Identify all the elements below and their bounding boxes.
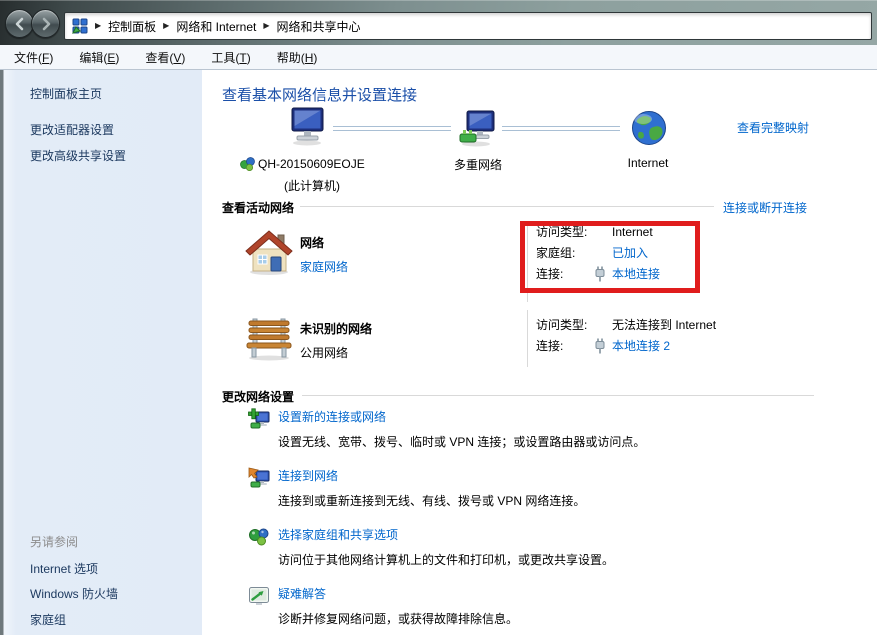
title-bar: ▼ ▶ 控制面板 ▶ 网络和 Internet ▶ 网络和共享中心 (0, 0, 877, 45)
address-bar[interactable]: ▶ 控制面板 ▶ 网络和 Internet ▶ 网络和共享中心 (64, 12, 872, 40)
map-connector-line (502, 126, 620, 131)
forward-arrow-icon (39, 17, 53, 31)
computer-note-label: (此计算机) (284, 177, 340, 194)
sidebar-item-control-panel-home[interactable]: 控制面板主页 (30, 85, 102, 102)
multiple-networks-icon[interactable] (458, 110, 498, 151)
menu-edit[interactable]: 编辑(E) (79, 49, 119, 66)
new-connection-icon (248, 408, 270, 433)
menu-bar: 文件(F) 编辑(E) 查看(V) 工具(T) 帮助(H) (0, 45, 877, 70)
choose-homegroup-options-link[interactable]: 选择家庭组和共享选项 (278, 528, 398, 542)
section-divider (302, 395, 814, 396)
network-details: 访问类型: 无法连接到 Internet 连接: 本地连接 2 (536, 314, 716, 356)
setting-item-new-connection: 设置新的连接或网络 设置无线、宽带、拨号、临时或 VPN 连接；或设置路由器或访… (248, 408, 645, 450)
connect-disconnect-link[interactable]: 连接或断开连接 (723, 199, 807, 216)
ethernet-plug-icon (594, 338, 606, 354)
setting-item-description: 诊断并修复网络问题，或获得故障排除信息。 (278, 610, 518, 627)
map-connector-line (333, 126, 451, 131)
homegroup-balls-icon (240, 156, 255, 171)
connect-to-network-link[interactable]: 连接到网络 (278, 469, 338, 483)
breadcrumb-arrow[interactable]: ▶ (95, 22, 101, 30)
page-title: 查看基本网络信息并设置连接 (222, 84, 417, 105)
breadcrumb-network-sharing-center[interactable]: 网络和共享中心 (277, 18, 361, 35)
nav-buttons: ▼ (5, 9, 72, 38)
red-highlight-annotation (520, 221, 700, 293)
details-divider (527, 310, 528, 367)
detail-label: 访问类型: (536, 316, 612, 333)
network-name: 网络 (300, 234, 324, 251)
breadcrumb-arrow[interactable]: ▶ (263, 22, 269, 30)
internet-label: Internet (608, 156, 688, 170)
network-sharing-center-window: ▼ ▶ 控制面板 ▶ 网络和 Internet ▶ 网络和共享中心 文件(F) … (0, 0, 877, 635)
public-network-bench-icon (245, 316, 294, 364)
detail-value: 无法连接到 Internet (612, 316, 716, 333)
setting-item-homegroup-sharing: 选择家庭组和共享选项 访问位于其他网络计算机上的文件和打印机，或更改共享设置。 (248, 526, 614, 568)
view-full-map-link[interactable]: 查看完整映射 (737, 119, 809, 136)
connect-to-network-icon (248, 467, 270, 492)
menu-view[interactable]: 查看(V) (145, 49, 185, 66)
setting-item-description: 访问位于其他网络计算机上的文件和打印机，或更改共享设置。 (278, 551, 614, 568)
internet-globe-icon[interactable] (631, 110, 668, 150)
setting-item-troubleshoot: 疑难解答 诊断并修复网络问题，或获得故障排除信息。 (248, 585, 518, 627)
local-connection-2-link[interactable]: 本地连接 2 (612, 337, 670, 354)
back-arrow-icon (13, 17, 27, 31)
active-networks-header: 查看活动网络 (222, 199, 294, 216)
network-center-icon (72, 18, 88, 34)
sidebar-item-homegroup[interactable]: 家庭组 (30, 611, 66, 628)
main-content: 查看基本网络信息并设置连接 (202, 70, 877, 635)
troubleshoot-link[interactable]: 疑难解答 (278, 587, 326, 601)
home-network-icon (245, 227, 294, 279)
section-divider (300, 206, 714, 207)
troubleshoot-icon (248, 585, 270, 610)
home-network-category-link[interactable]: 家庭网络 (300, 258, 348, 275)
network-name: 未识别的网络 (300, 320, 372, 337)
setting-item-description: 设置无线、宽带、拨号、临时或 VPN 连接；或设置路由器或访问点。 (278, 433, 645, 450)
breadcrumb-control-panel[interactable]: 控制面板 (108, 18, 156, 35)
multiple-networks-label: 多重网络 (438, 156, 518, 173)
this-computer-icon[interactable] (285, 106, 329, 151)
change-settings-header: 更改网络设置 (222, 388, 294, 405)
setup-new-connection-link[interactable]: 设置新的连接或网络 (278, 410, 386, 424)
sidebar: 控制面板主页 更改适配器设置 更改高级共享设置 另请参阅 Internet 选项… (0, 70, 202, 635)
menu-file[interactable]: 文件(F) (14, 49, 53, 66)
menu-help[interactable]: 帮助(H) (277, 49, 318, 66)
homegroup-sharing-icon (248, 526, 270, 551)
sidebar-item-internet-options[interactable]: Internet 选项 (30, 560, 98, 577)
setting-item-description: 连接到或重新连接到无线、有线、拨号或 VPN 网络连接。 (278, 492, 585, 509)
computer-name-label: QH-20150609EOJE (240, 156, 365, 171)
public-network-category: 公用网络 (300, 344, 348, 361)
back-button[interactable] (5, 9, 34, 38)
setting-item-connect: 连接到网络 连接到或重新连接到无线、有线、拨号或 VPN 网络连接。 (248, 467, 585, 509)
sidebar-item-change-adapter-settings[interactable]: 更改适配器设置 (30, 121, 114, 138)
forward-button[interactable] (31, 9, 60, 38)
sidebar-item-change-advanced-sharing[interactable]: 更改高级共享设置 (30, 147, 126, 164)
breadcrumb-arrow[interactable]: ▶ (163, 22, 169, 30)
see-also-header: 另请参阅 (30, 533, 78, 550)
sidebar-item-windows-firewall[interactable]: Windows 防火墙 (30, 585, 118, 602)
breadcrumb-network-internet[interactable]: 网络和 Internet (176, 18, 256, 35)
menu-tools[interactable]: 工具(T) (211, 49, 250, 66)
